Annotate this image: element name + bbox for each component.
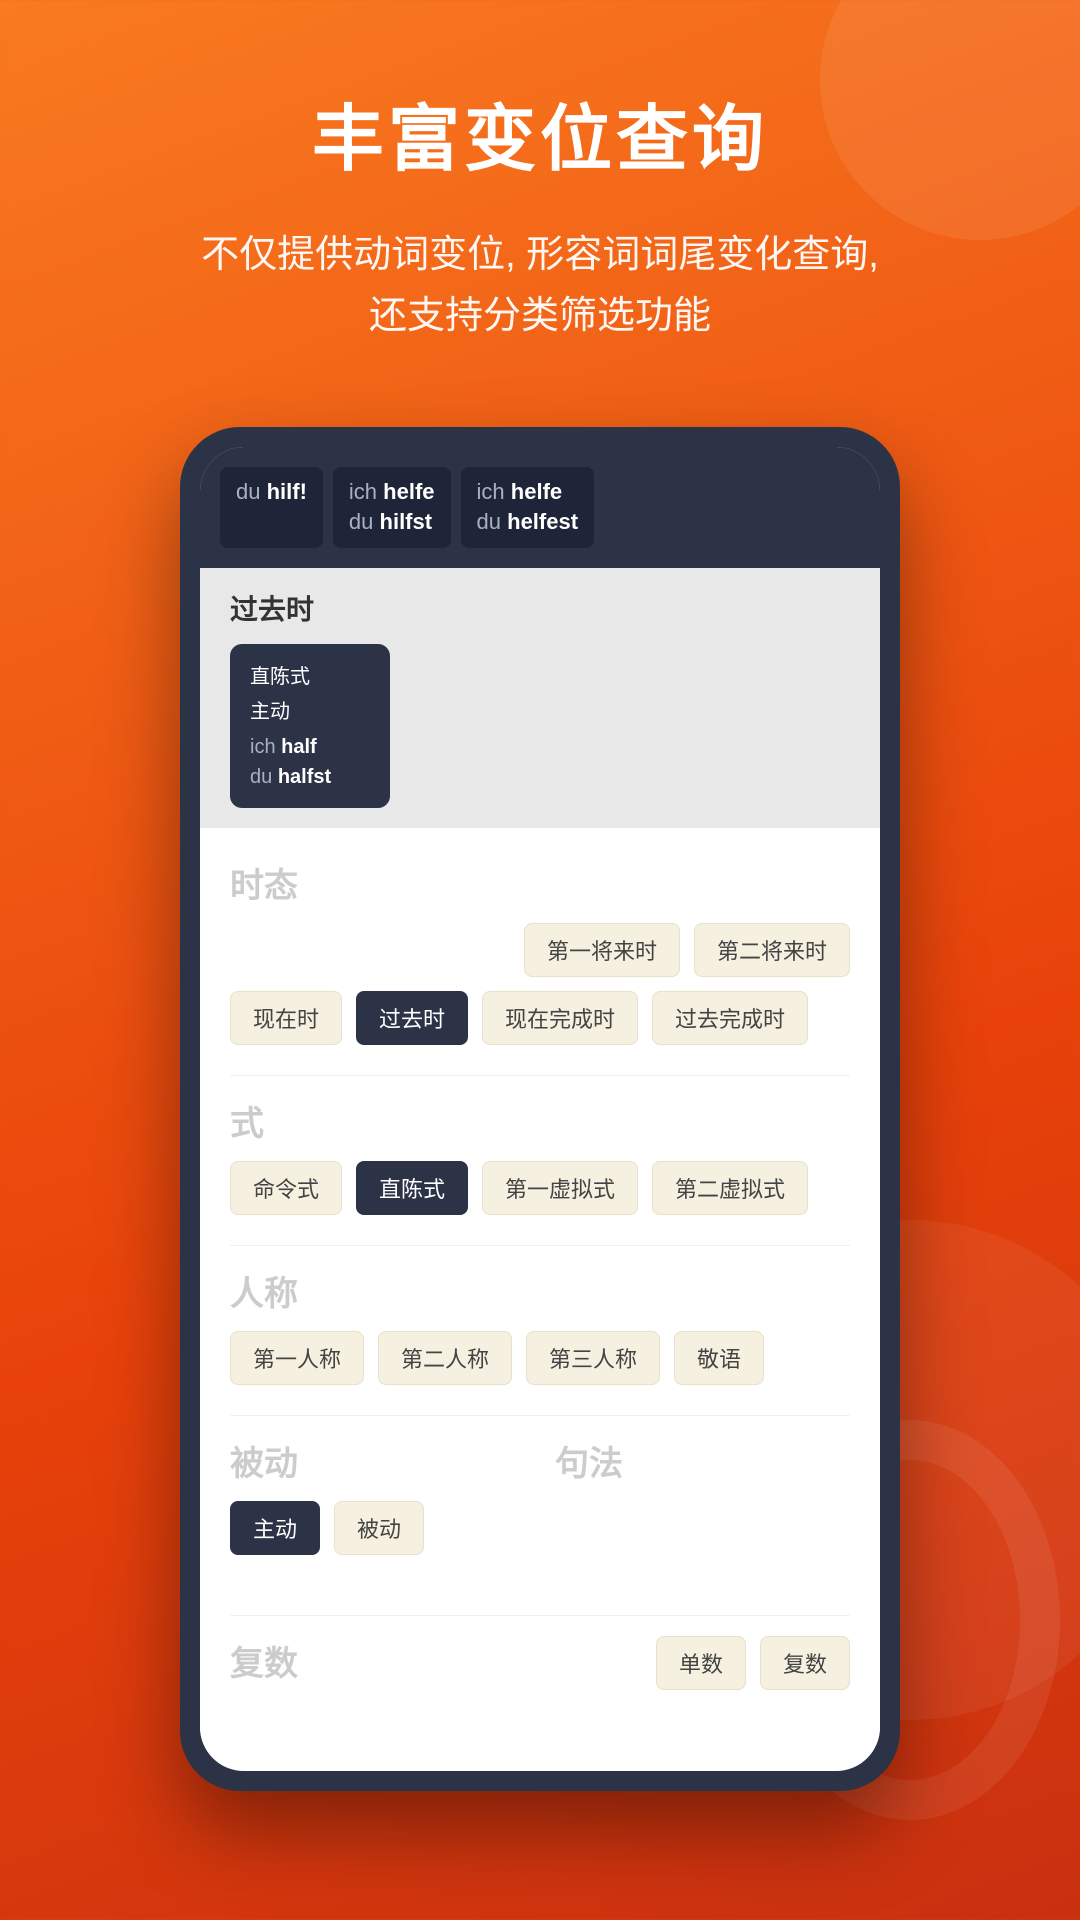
divider-2 [230,1245,850,1246]
tense-tag-past[interactable]: 过去时 [356,991,468,1045]
mood-tag-imperative[interactable]: 命令式 [230,1161,342,1215]
divider-4 [230,1615,850,1616]
voice-filter: 被动 主动 被动 [230,1436,525,1555]
tooltip-2: ich helfe du hilfst [333,467,451,549]
person-filter: 人称 第一人称 第二人称 第三人称 敬语 [230,1266,850,1385]
tense-tag-future2[interactable]: 第二将来时 [694,923,850,977]
conjugation-area: du hilf! ich helfe du hilfst ich helfe d… [200,447,880,569]
card-voice: 主动 [250,695,370,724]
tooltip-1-pronoun: du [236,479,267,504]
tense-tag-present-perfect[interactable]: 现在完成时 [482,991,638,1045]
voice-tag-passive[interactable]: 被动 [334,1501,424,1555]
mood-tag-subjunctive2[interactable]: 第二虚拟式 [652,1161,808,1215]
plural-filter: 复数 单数 复数 [230,1636,850,1701]
divider-3 [230,1415,850,1416]
card-mood: 直陈式 [250,660,370,689]
tooltip-2-verb2: hilfst [380,509,433,534]
tooltip-2-pronoun2: du [349,509,380,534]
tooltip-3-pronoun2: du [477,509,508,534]
plural-filter-label: 复数 [230,1636,298,1685]
person-tag-second[interactable]: 第二人称 [378,1331,512,1385]
card-verb-line1: ich half [250,732,370,762]
tooltips-row: du hilf! ich helfe du hilfst ich helfe d… [220,467,860,549]
phone-screen: du hilf! ich helfe du hilfst ich helfe d… [200,447,880,1772]
mood-tags: 命令式 直陈式 第一虚拟式 第二虚拟式 [230,1161,850,1215]
person-tag-third[interactable]: 第三人称 [526,1331,660,1385]
syntax-filter: 句法 [555,1436,850,1501]
tooltip-3-pronoun1: ich [477,479,511,504]
tense-tag-past-perfect[interactable]: 过去完成时 [652,991,808,1045]
mood-tag-subjunctive1[interactable]: 第一虚拟式 [482,1161,638,1215]
tooltip-1: du hilf! [220,467,323,549]
past-tense-section: 过去时 直陈式 主动 ich half du halfst [200,568,880,828]
card-pronoun2: du [250,766,278,788]
tense-filter: 时态 第一将来时 第二将来时 现在时 过去时 现在完成时 过去完成时 [230,858,850,1045]
filter-panel: 时态 第一将来时 第二将来时 现在时 过去时 现在完成时 过去完成时 式 [200,828,880,1771]
tense-filter-label: 时态 [230,858,850,907]
mood-tag-indicative[interactable]: 直陈式 [356,1161,468,1215]
phone-mockup: du hilf! ich helfe du hilfst ich helfe d… [180,427,900,1792]
plural-tags: 单数 复数 [656,1636,850,1690]
tooltip-2-verb1: helfe [383,479,434,504]
tooltip-3-verb2: helfest [507,509,578,534]
person-filter-label: 人称 [230,1266,850,1315]
voice-tags: 主动 被动 [230,1501,525,1555]
card-verb-line2: du halfst [250,762,370,792]
tense-tag-present[interactable]: 现在时 [230,991,342,1045]
card-verb2: halfst [278,766,331,788]
page-content: 丰富变位查询 不仅提供动词变位, 形容词词尾变化查询,还支持分类筛选功能 du … [0,0,1080,1791]
tooltip-3: ich helfe du helfest [461,467,595,549]
tense-title: 过去时 [230,588,850,628]
subtitle: 不仅提供动词变位, 形容词词尾变化查询,还支持分类筛选功能 [141,225,939,347]
card-verb1: half [281,736,317,758]
tense-tags-row1: 第一将来时 第二将来时 [230,923,850,977]
voice-filter-label: 被动 [230,1436,525,1485]
mood-filter-label: 式 [230,1096,850,1145]
card-pronoun1: ich [250,736,281,758]
plural-tag-singular[interactable]: 单数 [656,1636,746,1690]
conjugation-card: 直陈式 主动 ich half du halfst [230,644,390,808]
tense-tags-row2: 现在时 过去时 现在完成时 过去完成时 [230,991,850,1045]
main-title: 丰富变位查询 [312,80,768,185]
plural-tag-plural[interactable]: 复数 [760,1636,850,1690]
syntax-filter-label: 句法 [555,1436,850,1485]
tooltip-1-verb: hilf! [267,479,307,504]
person-tag-first[interactable]: 第一人称 [230,1331,364,1385]
person-tags: 第一人称 第二人称 第三人称 敬语 [230,1331,850,1385]
person-tag-formal[interactable]: 敬语 [674,1331,764,1385]
mood-filter: 式 命令式 直陈式 第一虚拟式 第二虚拟式 [230,1096,850,1215]
tense-tag-future1[interactable]: 第一将来时 [524,923,680,977]
divider-1 [230,1075,850,1076]
tooltip-3-verb1: helfe [511,479,562,504]
tooltip-2-pronoun1: ich [349,479,383,504]
voice-tag-active[interactable]: 主动 [230,1501,320,1555]
